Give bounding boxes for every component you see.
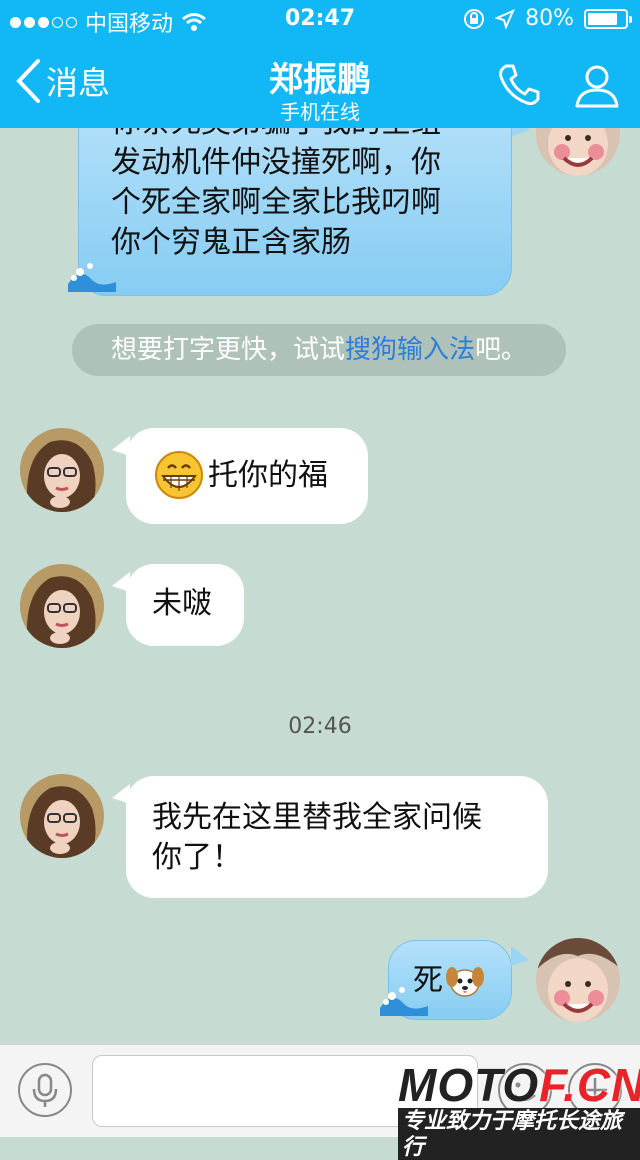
message-text: 托你的福 — [208, 458, 328, 493]
dog-emoji-icon — [446, 967, 484, 997]
message-text: 未啵 — [152, 586, 212, 621]
message-bubble-outgoing[interactable]: 你条死契弟骗了我的全组 发动机件仲没撞死啊，你 个死全家啊全家比我叼啊 你个穷鬼… — [78, 128, 512, 296]
rotation-lock-icon — [464, 8, 485, 29]
child-avatar-image — [536, 938, 620, 1022]
message-bubble-incoming[interactable]: 我先在这里替我全家问候 你了！ — [126, 776, 548, 898]
voice-input-button[interactable] — [18, 1063, 72, 1117]
message-text-line: 我先在这里替我全家问候 — [152, 800, 482, 835]
bubble-tail — [511, 946, 529, 966]
status-bar: 中国移动 02:47 80% — [0, 0, 640, 40]
my-avatar[interactable] — [536, 938, 620, 1022]
battery-icon — [584, 8, 632, 29]
status-right: 80% — [463, 6, 632, 31]
message-text-line: 发动机件仲没撞死啊，你 — [111, 145, 441, 180]
girl-avatar-image — [20, 428, 104, 512]
chat-area[interactable]: 你条死契弟骗了我的全组 发动机件仲没撞死啊，你 个死全家啊全家比我叼啊 你个穷鬼… — [0, 128, 640, 1044]
message-bubble-incoming[interactable]: 未啵 — [126, 564, 244, 646]
wave-decoration-icon — [68, 263, 116, 292]
typing-tip-banner: 想要打字更快，试试搜狗输入法吧。 — [72, 324, 566, 376]
message-bubble-incoming[interactable]: 托你的福 — [126, 428, 368, 524]
phone-call-icon[interactable] — [494, 60, 544, 110]
battery-percent: 80% — [525, 6, 574, 31]
microphone-icon — [32, 1073, 58, 1107]
tip-suffix: 吧。 — [475, 335, 528, 365]
bubble-tail — [512, 128, 530, 136]
watermark-logo: MOTOF.CN — [398, 1059, 640, 1111]
tip-prefix: 想要打字更快，试试 — [110, 335, 345, 365]
tip-link[interactable]: 搜狗输入法 — [345, 335, 475, 365]
online-status: 手机在线 — [280, 100, 360, 124]
message-text-line: 你了！ — [152, 840, 242, 875]
nav-bar: 消息 郑振鹏 手机在线 — [0, 40, 640, 128]
message-text-line: 个死全家啊全家比我叼啊 — [111, 185, 441, 220]
grinning-emoji-icon — [155, 451, 203, 499]
contact-avatar[interactable] — [20, 564, 104, 648]
child-avatar-image — [536, 128, 620, 176]
profile-icon[interactable] — [572, 60, 622, 110]
contact-name: 郑振鹏 — [269, 60, 371, 100]
message-timestamp: 02:46 — [288, 714, 352, 739]
location-arrow-icon — [495, 8, 516, 29]
message-text-line: 你条死契弟骗了我的全组 — [111, 128, 483, 143]
message-text-line: 你个穷鬼正含家肠 — [111, 225, 351, 260]
girl-avatar-image — [20, 564, 104, 648]
my-avatar[interactable] — [536, 128, 620, 176]
watermark: MOTOF.CN 专业致力于摩托长途旅行 — [398, 1059, 640, 1160]
wave-decoration-icon — [380, 987, 428, 1016]
girl-avatar-image — [20, 774, 104, 858]
contact-avatar[interactable] — [20, 428, 104, 512]
contact-avatar[interactable] — [20, 774, 104, 858]
watermark-slogan: 专业致力于摩托长途旅行 — [398, 1108, 640, 1160]
